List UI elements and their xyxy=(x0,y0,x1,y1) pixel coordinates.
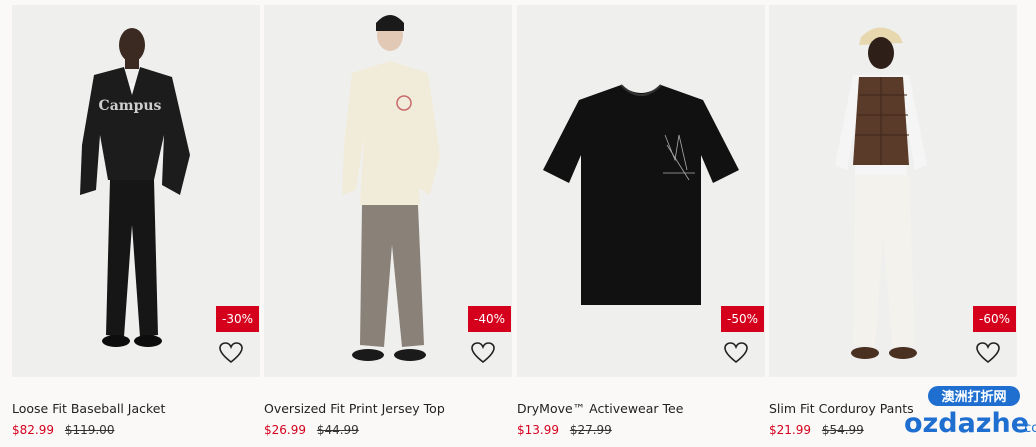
product-image[interactable]: -40% xyxy=(264,5,512,377)
discount-badge: -60% xyxy=(972,306,1016,332)
product-image[interactable]: Campus -30% xyxy=(12,5,260,377)
discount-badge: -30% xyxy=(215,306,259,332)
product-name[interactable]: Slim Fit Corduroy Pants xyxy=(769,401,914,416)
discount-badge: -40% xyxy=(467,306,511,332)
original-price: $119.00 xyxy=(64,423,115,437)
original-price: $27.99 xyxy=(569,423,612,437)
svg-text:ozdazhe: ozdazhe xyxy=(904,408,1029,439)
heart-icon[interactable] xyxy=(975,340,1001,366)
sale-price: $21.99 xyxy=(769,423,811,437)
sale-price: $26.99 xyxy=(264,423,306,437)
heart-icon[interactable] xyxy=(470,340,496,366)
product-grid: Campus -30% Loose Fit Baseball Jacket $8… xyxy=(0,0,1036,443)
price-row: $13.99 $27.99 xyxy=(517,423,612,437)
product-image[interactable]: -50% xyxy=(517,5,765,377)
product-card[interactable]: Campus -30% Loose Fit Baseball Jacket $8… xyxy=(12,5,260,443)
product-card[interactable]: -60% Slim Fit Corduroy Pants $21.99 $54.… xyxy=(769,5,1017,443)
product-image[interactable]: -60% xyxy=(769,5,1017,377)
svg-text:Campus: Campus xyxy=(99,98,162,114)
product-name[interactable]: DryMove™ Activewear Tee xyxy=(517,401,683,416)
original-price: $54.99 xyxy=(821,423,864,437)
original-price: $44.99 xyxy=(316,423,359,437)
product-name[interactable]: Oversized Fit Print Jersey Top xyxy=(264,401,445,416)
price-row: $26.99 $44.99 xyxy=(264,423,359,437)
sale-price: $82.99 xyxy=(12,423,54,437)
sale-price: $13.99 xyxy=(517,423,559,437)
price-row: $82.99 $119.00 xyxy=(12,423,114,437)
product-card[interactable]: -40% Oversized Fit Print Jersey Top $26.… xyxy=(264,5,512,443)
svg-text:.com: .com xyxy=(1020,421,1036,436)
product-card[interactable]: -50% DryMove™ Activewear Tee $13.99 $27.… xyxy=(517,5,765,443)
heart-icon[interactable] xyxy=(723,340,749,366)
discount-badge: -50% xyxy=(720,306,764,332)
heart-icon[interactable] xyxy=(218,340,244,366)
product-name[interactable]: Loose Fit Baseball Jacket xyxy=(12,401,165,416)
site-watermark-logo: 澳洲打折网 ozdazhe .com xyxy=(902,380,1036,443)
price-row: $21.99 $54.99 xyxy=(769,423,864,437)
svg-text:澳洲打折网: 澳洲打折网 xyxy=(941,389,1006,405)
